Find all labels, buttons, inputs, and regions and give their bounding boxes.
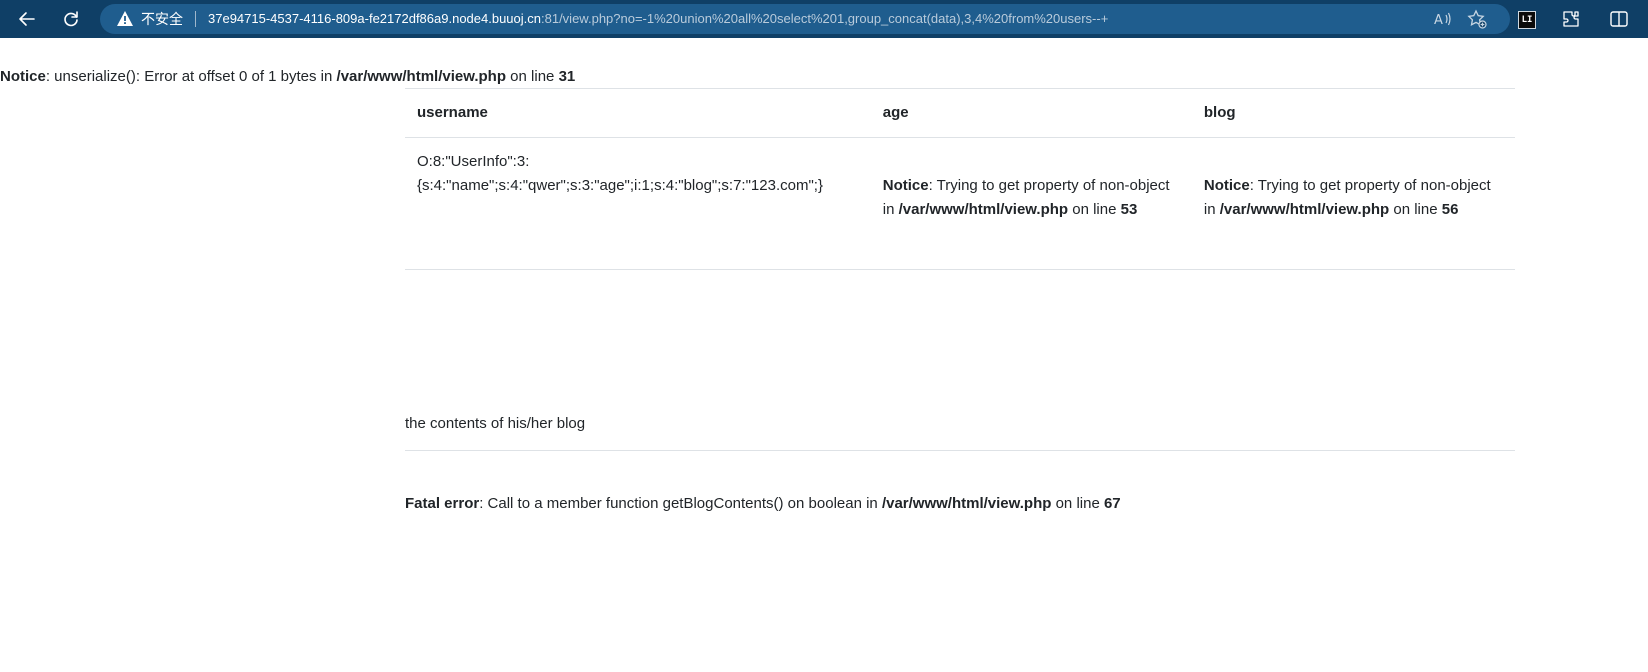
header-age: age	[870, 89, 1192, 138]
notice-label: Notice	[0, 68, 46, 85]
age-notice-on-line: on line	[1068, 201, 1121, 218]
warning-icon[interactable]	[116, 10, 134, 32]
table-header-row: username age blog	[405, 89, 1515, 138]
serialized-line-1: O:8:"UserInfo":3:	[417, 153, 530, 170]
extension-li-icon[interactable]: LI	[1518, 11, 1536, 29]
fatal-message: : Call to a member function getBlogConte…	[479, 495, 882, 512]
blog-notice-file: /var/www/html/view.php	[1219, 201, 1390, 218]
table-row: O:8:"UserInfo":3: {s:4:"name";s:4:"qwer"…	[405, 137, 1515, 270]
notice-message: : unserialize(): Error at offset 0 of 1 …	[45, 68, 337, 85]
notice-line-number: 31	[558, 68, 576, 85]
blog-notice-on-line: on line	[1389, 201, 1442, 218]
address-separator	[195, 11, 196, 27]
age-notice-label: Notice	[882, 177, 929, 194]
back-arrow-icon[interactable]	[12, 4, 42, 34]
insecure-label[interactable]: 不安全	[141, 10, 183, 28]
svg-text:A: A	[1434, 13, 1443, 28]
url-host: 37e94715-4537-4116-809a-fe2172df86a9.nod…	[208, 11, 541, 26]
url-text[interactable]: 37e94715-4537-4116-809a-fe2172df86a9.nod…	[208, 11, 1108, 27]
header-blog: blog	[1191, 89, 1515, 138]
blog-notice-label: Notice	[1203, 177, 1250, 194]
user-info-table: username age blog O:8:"UserInfo":3: {s:4…	[405, 89, 1515, 270]
reload-icon[interactable]	[56, 4, 86, 34]
blog-contents-heading: the contents of his/her blog	[405, 415, 586, 432]
age-notice-file: /var/www/html/view.php	[898, 201, 1069, 218]
notice-on-line: on line	[506, 68, 559, 85]
url-path: :81/view.php?no=-1%20union%20all%20selec…	[541, 11, 1109, 26]
cell-age: Notice: Trying to get property of non-ob…	[870, 137, 1192, 270]
fatal-on-line: on line	[1051, 495, 1104, 512]
cell-username: O:8:"UserInfo":3: {s:4:"name";s:4:"qwer"…	[405, 137, 871, 270]
split-screen-icon[interactable]	[1604, 4, 1634, 34]
extensions-icon[interactable]	[1556, 4, 1586, 34]
blog-divider	[405, 450, 1515, 451]
age-notice-line-number: 53	[1120, 201, 1138, 218]
fatal-file: /var/www/html/view.php	[881, 495, 1052, 512]
fatal-error-message: Fatal error: Call to a member function g…	[405, 494, 1121, 514]
favorite-add-icon[interactable]	[1462, 4, 1492, 34]
read-aloud-icon[interactable]: A	[1428, 4, 1458, 34]
blog-notice-line-number: 56	[1441, 201, 1459, 218]
unserialize-notice: Notice: unserialize(): Error at offset 0…	[0, 67, 575, 87]
fatal-label: Fatal error	[405, 495, 480, 512]
serialized-line-2: {s:4:"name";s:4:"qwer";s:3:"age";i:1;s:4…	[417, 177, 823, 194]
header-username: username	[405, 89, 871, 138]
notice-file: /var/www/html/view.php	[336, 68, 507, 85]
cell-blog: Notice: Trying to get property of non-ob…	[1191, 137, 1515, 270]
fatal-line-number: 67	[1103, 495, 1121, 512]
browser-toolbar: 不安全 37e94715-4537-4116-809a-fe2172df86a9…	[0, 0, 1648, 38]
